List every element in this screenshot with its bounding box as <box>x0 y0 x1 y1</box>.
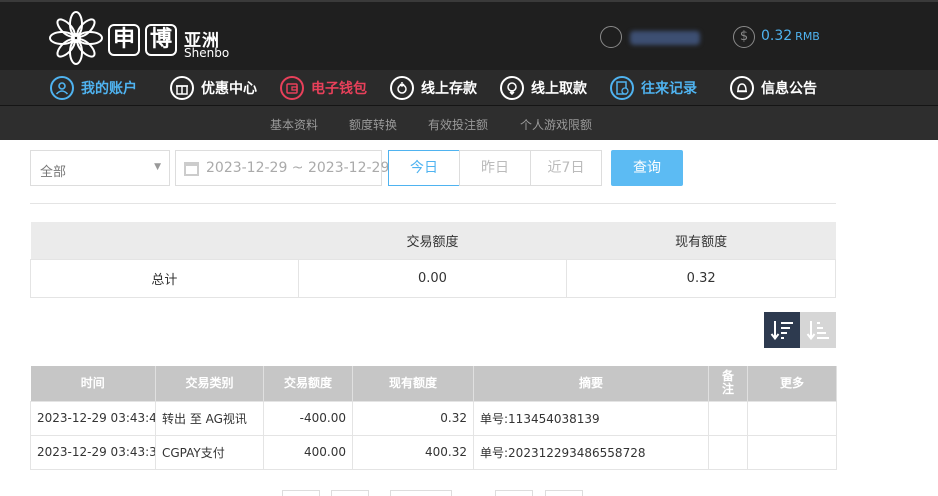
calendar-icon <box>184 162 199 176</box>
cell-time: 2023-12-29 03:43:38 <box>30 434 156 470</box>
sort-asc-icon <box>806 321 829 341</box>
top-header: 申 博 亚洲 Shenbo $ 0.32 RMB <box>0 0 938 70</box>
records-icon <box>610 76 634 100</box>
col-remark: 备注 <box>708 366 748 401</box>
select-value: 全部 <box>40 165 67 180</box>
nav-my-account[interactable]: 我的账户 <box>50 75 137 101</box>
balance-value: 0.32 <box>761 28 793 44</box>
col-balance: 现有额度 <box>352 366 474 401</box>
sort-desc-icon <box>770 321 793 341</box>
summary-header-blank <box>30 222 299 259</box>
search-button[interactable]: 查询 <box>611 150 683 186</box>
nav-label: 电子钱包 <box>311 81 367 97</box>
cell-amount: 400.00 <box>263 434 353 470</box>
summary-table: 交易额度 现有额度 总计 0.00 0.32 <box>30 222 836 298</box>
deposit-icon <box>390 76 414 100</box>
pagination-first-button[interactable] <box>282 490 320 496</box>
nav-label: 信息公告 <box>761 81 817 97</box>
table-row: 2023-12-29 03:43:38 CGPAY支付 400.00 400.3… <box>30 434 837 470</box>
pagination-page-input[interactable] <box>390 490 452 496</box>
summary-total-balance: 0.32 <box>566 258 836 298</box>
records-header-row: 时间 交易类别 交易额度 现有额度 摘要 备注 更多 <box>30 366 837 401</box>
subnav-game-limits[interactable]: 个人游戏限额 <box>520 116 592 133</box>
bell-icon <box>730 76 754 100</box>
cell-more[interactable] <box>747 400 837 436</box>
nav-e-wallet[interactable]: 电子钱包 <box>280 75 367 101</box>
nav-label: 线上取款 <box>531 81 587 97</box>
pagination-next-button[interactable] <box>495 490 533 496</box>
nav-announcements[interactable]: 信息公告 <box>730 75 817 101</box>
table-row: 2023-12-29 03:43:48 转出 至 AG视讯 -400.00 0.… <box>30 400 837 436</box>
logo-char-2: 博 <box>145 24 177 56</box>
pagination-last-button[interactable] <box>545 490 583 496</box>
summary-header-amount: 交易额度 <box>298 222 567 259</box>
user-avatar-icon <box>600 26 622 48</box>
last-7-days-button[interactable]: 近7日 <box>530 150 602 186</box>
gift-icon <box>170 76 194 100</box>
nav-transaction-records[interactable]: 往来记录 <box>610 75 697 101</box>
nav-label: 往来记录 <box>641 81 697 97</box>
summary-total-label: 总计 <box>30 258 299 298</box>
summary-total-amount: 0.00 <box>297 258 568 298</box>
nav-online-withdraw[interactable]: 线上取款 <box>500 75 587 101</box>
flower-logo-icon <box>49 11 103 65</box>
cell-type: CGPAY支付 <box>155 434 264 470</box>
cell-remark <box>708 434 748 470</box>
cell-summary: 单号:202312293486558728 <box>473 434 709 470</box>
username-redacted <box>630 31 700 45</box>
logo-english-text: Shenbo <box>184 46 230 60</box>
nav-label: 优惠中心 <box>201 81 257 97</box>
cell-more[interactable] <box>747 434 837 470</box>
caret-down-icon: ▼ <box>154 162 161 172</box>
records-table: 时间 交易类别 交易额度 现有额度 摘要 备注 更多 2023-12-29 03… <box>30 366 837 470</box>
subnav-valid-bets[interactable]: 有效投注额 <box>428 116 488 133</box>
main-nav: 我的账户 优惠中心 电子钱包 线上存款 线上取款 往来记录 信息公告 <box>0 70 938 106</box>
logo-char-1: 申 <box>108 24 140 56</box>
sort-descending-button[interactable] <box>764 312 800 348</box>
col-time: 时间 <box>30 366 156 401</box>
col-amount: 交易额度 <box>263 366 353 401</box>
today-button[interactable]: 今日 <box>388 150 460 186</box>
wallet-icon <box>280 76 304 100</box>
dollar-icon: $ <box>733 26 755 48</box>
cell-amount: -400.00 <box>263 400 353 436</box>
cell-time: 2023-12-29 03:43:48 <box>30 400 156 436</box>
summary-header-row: 交易额度 现有额度 <box>30 222 836 259</box>
balance-unit: RMB <box>795 30 820 43</box>
cell-balance: 400.32 <box>352 434 474 470</box>
date-range-value: 2023-12-29 ~ 2023-12-29 <box>206 160 390 176</box>
nav-label: 我的账户 <box>81 81 137 97</box>
cell-summary: 单号:113454038139 <box>473 400 709 436</box>
yesterday-button[interactable]: 昨日 <box>459 150 531 186</box>
sort-ascending-button[interactable] <box>800 312 836 348</box>
user-info[interactable] <box>600 26 710 50</box>
summary-total-row: 总计 0.00 0.32 <box>30 258 836 298</box>
transaction-type-select[interactable]: 全部 ▼ <box>30 150 170 186</box>
col-more: 更多 <box>747 366 837 401</box>
nav-online-deposit[interactable]: 线上存款 <box>390 75 477 101</box>
brand-logo[interactable]: 申 博 亚洲 Shenbo <box>48 10 230 66</box>
subnav-basic-info[interactable]: 基本资料 <box>270 116 318 133</box>
nav-label: 线上存款 <box>421 81 477 97</box>
cell-type: 转出 至 AG视讯 <box>155 400 264 436</box>
cell-balance: 0.32 <box>352 400 474 436</box>
sub-nav: 基本资料 额度转换 有效投注额 个人游戏限额 <box>0 106 938 140</box>
nav-promotions[interactable]: 优惠中心 <box>170 75 257 101</box>
cell-remark <box>708 400 748 436</box>
pagination-prev-button[interactable] <box>331 490 369 496</box>
withdraw-icon <box>500 76 524 100</box>
user-icon <box>50 76 74 100</box>
subnav-credit-transfer[interactable]: 额度转换 <box>349 116 397 133</box>
col-type: 交易类别 <box>155 366 264 401</box>
account-balance: 0.32 RMB <box>761 28 820 44</box>
summary-header-balance: 现有额度 <box>566 222 836 259</box>
col-summary: 摘要 <box>473 366 709 401</box>
date-range-input[interactable]: 2023-12-29 ~ 2023-12-29 <box>175 150 389 186</box>
section-divider <box>30 203 836 204</box>
